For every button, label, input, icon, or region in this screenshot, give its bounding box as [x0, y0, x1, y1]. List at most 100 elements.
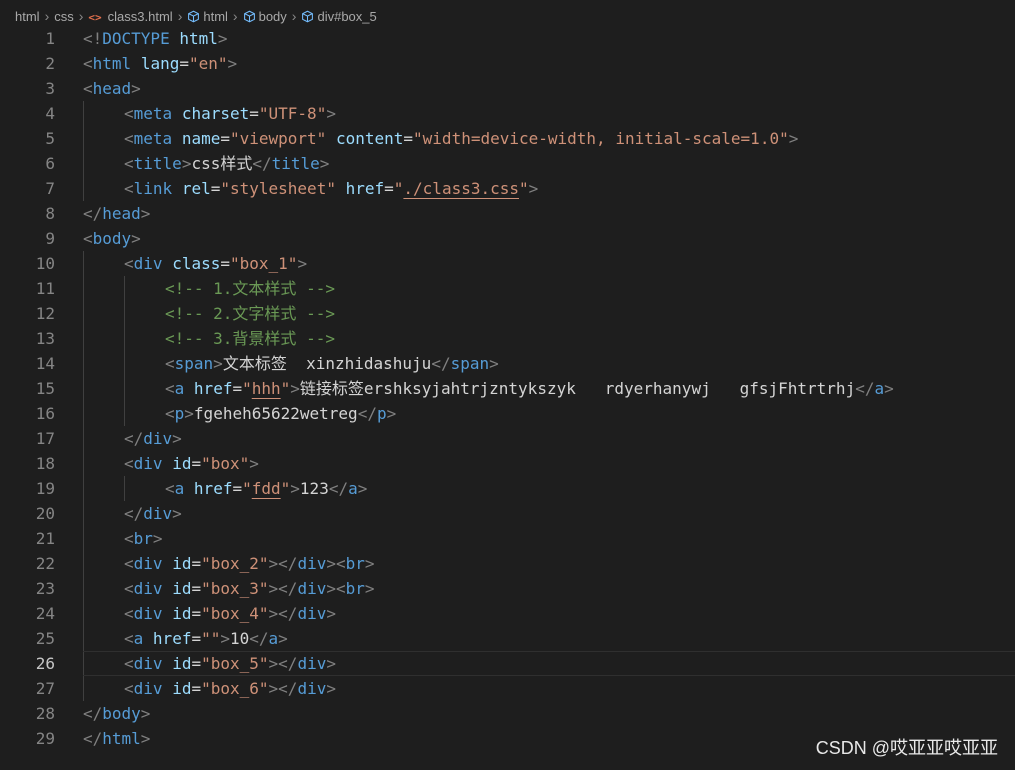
code-line[interactable]: 10 <div class="box_1">: [0, 251, 1015, 276]
breadcrumb-item-css-folder[interactable]: css: [54, 9, 74, 24]
code-line[interactable]: 20 </div>: [0, 501, 1015, 526]
code-line[interactable]: 15 <a href="hhh">链接标签ershksyjahtrjzntyksz…: [0, 376, 1015, 401]
token-bracket: >: [131, 79, 141, 98]
code-line[interactable]: 25 <a href="">10</a>: [0, 626, 1015, 651]
token-bracket: >: [386, 404, 397, 423]
code-line[interactable]: 8 </head>: [0, 201, 1015, 226]
code-line[interactable]: 16 <p>fgeheh65622wetreg</p>: [0, 401, 1015, 426]
token-tag: div: [133, 654, 163, 673]
code-text: <div id="box_6"></div>: [124, 676, 336, 701]
token-str: "box": [201, 454, 250, 473]
code-text: <div id="box">: [124, 451, 259, 476]
chevron-right-icon: ›: [177, 8, 183, 24]
token-tag: div: [297, 679, 327, 698]
token-attr: href: [152, 629, 192, 648]
token-eq: =: [191, 579, 202, 598]
token-tag: title: [133, 154, 182, 173]
code-text: </body>: [83, 701, 150, 726]
token-strlink[interactable]: ./class3.css: [403, 179, 519, 198]
token-eq: =: [191, 629, 202, 648]
line-number: 23: [35, 579, 55, 598]
code-line[interactable]: 18 <div id="box">: [0, 451, 1015, 476]
chevron-right-icon: ›: [291, 8, 297, 24]
code-line[interactable]: 22 <div id="box_2"></div><br>: [0, 551, 1015, 576]
breadcrumb-item-body-element[interactable]: body: [243, 9, 287, 24]
token-eq: =: [179, 54, 189, 73]
token-comment: <!-- 1.文本样式 -->: [165, 279, 335, 298]
breadcrumb-item-html-element[interactable]: html: [187, 9, 228, 24]
code-line[interactable]: 19 <a href="fdd">123</a>: [0, 476, 1015, 501]
token-attr: href: [345, 179, 385, 198]
token-attr: class: [172, 254, 221, 273]
token-text: css样式: [191, 154, 253, 173]
line-number: 7: [45, 179, 55, 198]
token-eq: =: [210, 179, 221, 198]
code-text: </head>: [83, 201, 150, 226]
breadcrumb-item-html-folder[interactable]: html: [15, 9, 40, 24]
token-bracket: <: [83, 79, 93, 98]
line-number: 27: [35, 679, 55, 698]
token-comment: <!-- 2.文字样式 -->: [165, 304, 335, 323]
indent-guide: [124, 326, 125, 351]
code-line[interactable]: 7 <link rel="stylesheet" href="./class3.c…: [0, 176, 1015, 201]
token-bracket: <: [124, 579, 134, 598]
code-line[interactable]: 6 <title>css样式</title>: [0, 151, 1015, 176]
token-bracket: <: [124, 679, 134, 698]
code-editor[interactable]: 1 <!DOCTYPE html> 2 <html lang="en"> 3 <head>…: [0, 26, 1015, 751]
code-line[interactable]: 12 <!-- 2.文字样式 -->: [0, 301, 1015, 326]
code-line[interactable]: 2 <html lang="en">: [0, 51, 1015, 76]
code-line[interactable]: 9 <body>: [0, 226, 1015, 251]
code-text: </div>: [124, 501, 182, 526]
code-line[interactable]: 23 <div id="box_3"></div><br>: [0, 576, 1015, 601]
token-bracket: >: [788, 129, 799, 148]
code-line[interactable]: 3 <head>: [0, 76, 1015, 101]
indent-guide: [83, 526, 84, 551]
token-bracket: <!: [83, 29, 103, 48]
code-line[interactable]: 24 <div id="box_4"></div>: [0, 601, 1015, 626]
code-line[interactable]: 13 <!-- 3.背景样式 -->: [0, 326, 1015, 351]
token-bracket: >: [326, 654, 336, 673]
indent-guide: [83, 326, 84, 351]
code-line[interactable]: 17 </div>: [0, 426, 1015, 451]
cube-icon: [187, 10, 200, 23]
code-line[interactable]: 4 <meta charset="UTF-8">: [0, 101, 1015, 126]
line-number: 3: [45, 79, 55, 98]
code-line[interactable]: 21 <br>: [0, 526, 1015, 551]
code-line[interactable]: 5 <meta name="viewport" content="width=de…: [0, 126, 1015, 151]
indent-guide: [83, 551, 84, 576]
breadcrumb-item-div-element[interactable]: div#box_5: [301, 9, 377, 24]
token-str: ": [280, 479, 291, 498]
breadcrumb-item-file[interactable]: <> class3.html: [88, 9, 172, 24]
code-line[interactable]: 14 <span>文本标签 xinzhidashuju</span>: [0, 351, 1015, 376]
code-text: <link rel="stylesheet" href="./class3.cs…: [124, 176, 538, 201]
token-eq: =: [232, 479, 243, 498]
token-tag: html: [92, 54, 132, 73]
indent-guide: [83, 101, 84, 126]
token-attr: lang: [140, 54, 180, 73]
token-bracket: </: [252, 154, 272, 173]
token-bracket: </: [431, 354, 451, 373]
code-line[interactable]: 28 </body>: [0, 701, 1015, 726]
token-attr: id: [172, 554, 192, 573]
code-text: <head>: [83, 76, 141, 101]
indent-guide: [83, 126, 84, 151]
code-line[interactable]: 1 <!DOCTYPE html>: [0, 26, 1015, 51]
token-str: "": [201, 629, 221, 648]
code-line[interactable]: 27 <div id="box_6"></div>: [0, 676, 1015, 701]
code-text: <!-- 1.文本样式 -->: [165, 276, 335, 301]
code-line[interactable]: 11 <!-- 1.文本样式 -->: [0, 276, 1015, 301]
token-tag: a: [348, 479, 358, 498]
token-strlink[interactable]: hhh: [252, 379, 281, 398]
code-text: <p>fgeheh65622wetreg</p>: [165, 401, 396, 426]
token-bracket: ></: [268, 579, 298, 598]
indent-guide: [83, 151, 84, 176]
token-attr: name: [181, 129, 221, 148]
token-tag: html: [102, 729, 141, 748]
token-tag: div: [297, 604, 327, 623]
token-text: 链接标签ershksyjahtrjzntykszyk rdyerhanywj g…: [299, 379, 856, 398]
code-line[interactable]: 26 <div id="box_5"></div>: [0, 651, 1015, 676]
token-strlink[interactable]: fdd: [252, 479, 281, 498]
token-bracket: >: [290, 379, 300, 398]
